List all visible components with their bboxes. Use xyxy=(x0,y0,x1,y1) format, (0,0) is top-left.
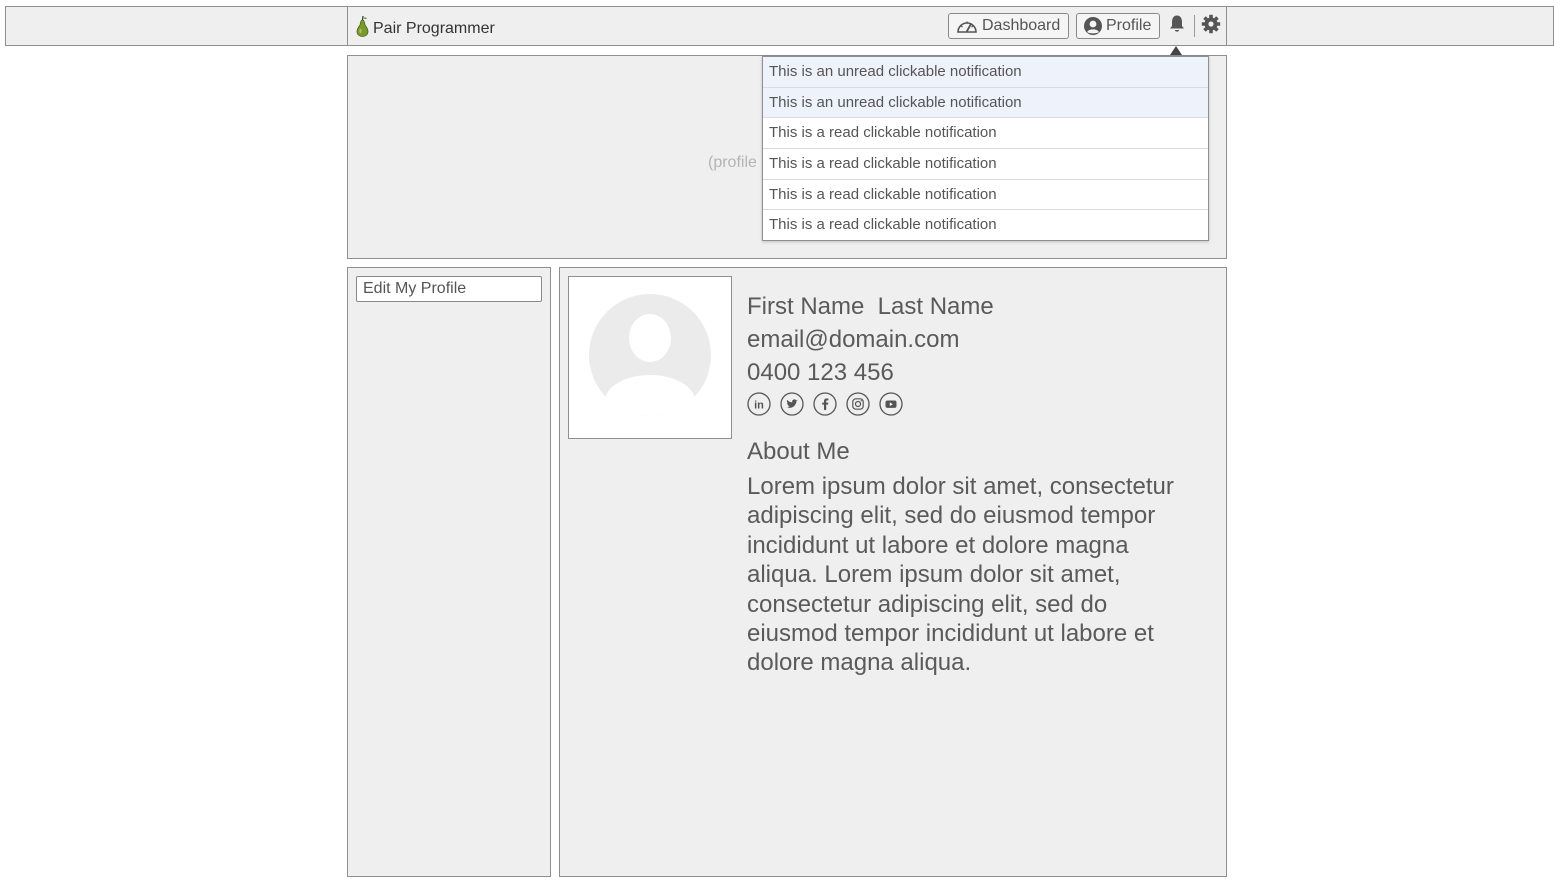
top-nav-bar: Pair Programmer Dashboard Profile xyxy=(5,6,1554,46)
profile-phone: 0400 123 456 xyxy=(747,359,894,386)
profile-name: First Name Last Name xyxy=(747,293,994,320)
notification-item[interactable]: This is a read clickable notification xyxy=(763,118,1208,150)
user-circle-icon xyxy=(1083,16,1103,36)
social-links: in xyxy=(747,392,1207,416)
dashboard-button[interactable]: Dashboard xyxy=(948,13,1069,39)
dashboard-gauge-icon xyxy=(955,16,979,36)
facebook-icon[interactable] xyxy=(813,392,837,416)
profile-button[interactable]: Profile xyxy=(1076,13,1160,39)
notifications-dropdown-caret xyxy=(1170,46,1182,55)
instagram-icon[interactable] xyxy=(846,392,870,416)
brand-name: Pair Programmer xyxy=(373,19,495,37)
notification-item[interactable]: This is an unread clickable notification xyxy=(763,57,1208,88)
notification-item[interactable]: This is an unread clickable notification xyxy=(763,87,1208,119)
pear-logo-icon xyxy=(356,15,369,42)
profile-main: First Name Last Name email@domain.com 04… xyxy=(559,267,1227,877)
profile-label: Profile xyxy=(1106,17,1152,34)
gear-icon xyxy=(1201,14,1221,39)
dashboard-label: Dashboard xyxy=(982,17,1061,34)
profile-info: First Name Last Name email@domain.com 04… xyxy=(747,290,1207,678)
profile-photo xyxy=(568,276,732,439)
profile-email[interactable]: email@domain.com xyxy=(747,323,1207,356)
edit-profile-button[interactable]: Edit My Profile xyxy=(356,276,542,302)
twitter-icon[interactable] xyxy=(780,392,804,416)
notification-item[interactable]: This is a read clickable notification xyxy=(763,210,1208,241)
about-me-text: Lorem ipsum dolor sit amet, consectetur … xyxy=(747,473,1174,677)
bell-icon xyxy=(1168,14,1186,39)
svg-text:in: in xyxy=(754,399,764,411)
brand[interactable]: Pair Programmer xyxy=(356,15,495,42)
settings-button[interactable] xyxy=(1201,14,1221,39)
notifications-dropdown: This is an unread clickable notification… xyxy=(762,56,1209,241)
notifications-bell-button[interactable] xyxy=(1167,14,1187,39)
avatar-placeholder-icon xyxy=(588,293,712,422)
notification-item[interactable]: This is a read clickable notification xyxy=(763,180,1208,211)
about-me-heading: About Me xyxy=(747,438,850,465)
nav-container: Pair Programmer Dashboard Profile xyxy=(347,7,1227,45)
banner-placeholder-text: (profile xyxy=(708,154,757,171)
nav-divider xyxy=(1194,15,1195,37)
linkedin-icon[interactable]: in xyxy=(747,392,771,416)
notification-item[interactable]: This is a read clickable notification xyxy=(763,149,1208,180)
sidebar: Edit My Profile xyxy=(347,267,551,877)
youtube-icon[interactable] xyxy=(879,392,903,416)
